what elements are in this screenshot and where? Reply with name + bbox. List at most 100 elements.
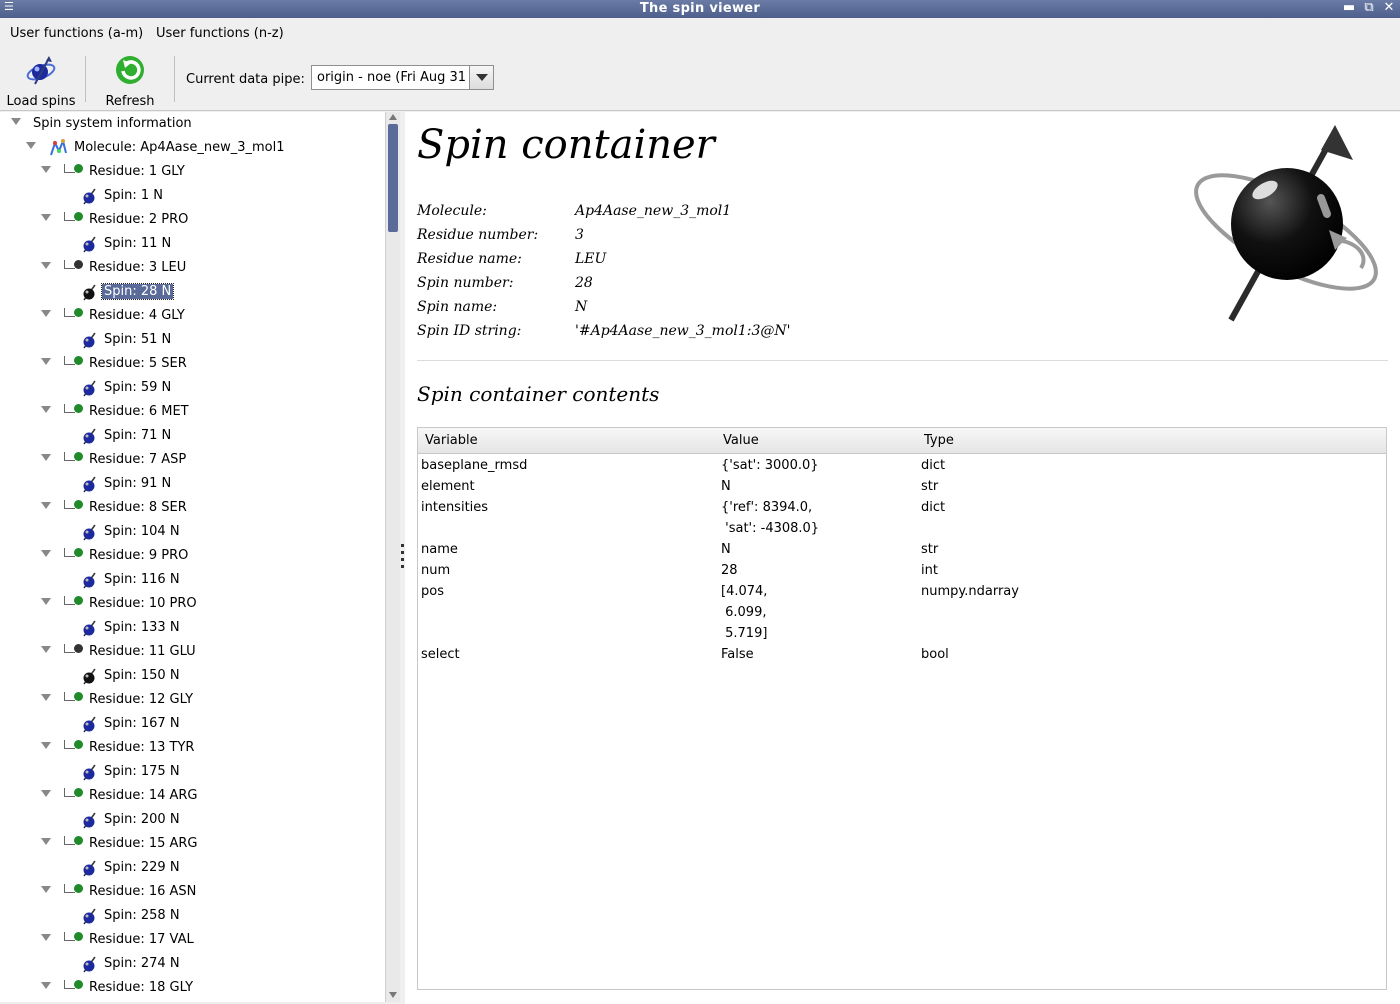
expand-arrow-icon[interactable] [41, 406, 51, 413]
tree-spin[interactable]: Spin: 11 N [0, 232, 380, 256]
expand-arrow-icon[interactable] [41, 598, 51, 605]
expand-arrow-icon[interactable] [41, 310, 51, 317]
expand-arrow-icon[interactable] [41, 982, 51, 989]
table-row[interactable]: element Nstr [418, 476, 1386, 497]
tree-residue[interactable]: Residue: 15 ARG [0, 832, 380, 856]
tree-residue[interactable]: Residue: 3 LEU [0, 256, 380, 280]
expand-arrow-icon[interactable] [41, 262, 51, 269]
column-header-type[interactable]: Type [924, 433, 954, 448]
table-row[interactable]: pos [4.074, 6.099, 5.719] numpy.ndarray [418, 581, 1386, 644]
expand-arrow-icon[interactable] [41, 454, 51, 461]
window-titlebar[interactable]: ☰ The spin viewer ▬ ⧉ ✕ [0, 0, 1400, 18]
column-header-value[interactable]: Value [723, 433, 759, 448]
tree-residue[interactable]: Residue: 11 GLU [0, 640, 380, 664]
tree-spin[interactable]: Spin: 167 N [0, 712, 380, 736]
tree-residue[interactable]: Residue: 5 SER [0, 352, 380, 376]
menu-user-functions-a-m[interactable]: User functions (a-m) [10, 26, 143, 41]
tree-root[interactable]: Spin system information [0, 112, 380, 136]
tree-residue[interactable]: Residue: 7 ASP [0, 448, 380, 472]
expand-arrow-icon[interactable] [41, 838, 51, 845]
info-row: Residue number: 3 [417, 227, 1017, 247]
tree-residue[interactable]: Residue: 16 ASN [0, 880, 380, 904]
scrollbar-thumb[interactable] [388, 124, 398, 232]
table-row[interactable]: name Nstr [418, 539, 1386, 560]
tree-molecule[interactable]: Molecule: Ap4Aase_new_3_mol1 [0, 136, 380, 160]
tree-residue[interactable]: Residue: 10 PRO [0, 592, 380, 616]
tree-residue-label: Residue: 5 SER [89, 356, 187, 371]
tree-residue[interactable]: Residue: 2 PRO [0, 208, 380, 232]
divider [417, 360, 1388, 361]
residue-ball-icon [74, 740, 83, 749]
chevron-down-icon[interactable] [469, 66, 493, 89]
tree-residue[interactable]: Residue: 1 GLY [0, 160, 380, 184]
spin-icon [83, 332, 96, 349]
expand-arrow-icon[interactable] [41, 886, 51, 893]
tree-spin[interactable]: Spin: 133 N [0, 616, 380, 640]
menu-user-functions-n-z[interactable]: User functions (n-z) [156, 26, 284, 41]
expand-arrow-icon[interactable] [41, 646, 51, 653]
load-spins-button[interactable]: Load spins [6, 54, 76, 109]
expand-arrow-icon[interactable] [41, 790, 51, 797]
load-spins-label: Load spins [6, 94, 76, 109]
refresh-button[interactable]: Refresh [98, 54, 162, 109]
column-header-variable[interactable]: Variable [425, 433, 478, 448]
tree-spin[interactable]: Spin: 59 N [0, 376, 380, 400]
minimize-icon[interactable]: ▬ [1342, 0, 1356, 15]
tree-residue[interactable]: Residue: 9 PRO [0, 544, 380, 568]
tree-spin[interactable]: Spin: 1 N [0, 184, 380, 208]
tree-spin[interactable]: Spin: 200 N [0, 808, 380, 832]
tree-residue[interactable]: Residue: 12 GLY [0, 688, 380, 712]
tree-spin[interactable]: Spin: 71 N [0, 424, 380, 448]
spin-icon [83, 284, 96, 301]
tree-spin[interactable]: Spin: 91 N [0, 472, 380, 496]
expand-arrow-icon[interactable] [11, 118, 21, 125]
scroll-up-icon[interactable] [389, 114, 397, 120]
spin-icon [83, 764, 96, 781]
table-row[interactable]: num 28 int [418, 560, 1386, 581]
tree-residue[interactable]: Residue: 13 TYR [0, 736, 380, 760]
tree-residue[interactable]: Residue: 4 GLY [0, 304, 380, 328]
info-key: Residue number: [417, 227, 539, 243]
expand-arrow-icon[interactable] [41, 550, 51, 557]
cell-variable: intensities [421, 500, 489, 515]
tree-residue-label: Residue: 1 GLY [89, 164, 185, 179]
expand-arrow-icon[interactable] [41, 934, 51, 941]
tree-spin-label: Spin: 59 N [104, 380, 172, 395]
tree-spin[interactable]: Spin: 28 N [0, 280, 380, 304]
expand-arrow-icon[interactable] [41, 214, 51, 221]
tree-spin[interactable]: Spin: 229 N [0, 856, 380, 880]
tree-scrollbar[interactable] [385, 112, 401, 1002]
tree-residue[interactable]: Residue: 14 ARG [0, 784, 380, 808]
tree-spin[interactable]: Spin: 51 N [0, 328, 380, 352]
tree-spin[interactable]: Spin: 175 N [0, 760, 380, 784]
spin-tree[interactable]: Spin system information Molecule: Ap4Aas… [0, 112, 385, 1002]
tree-residue[interactable]: Residue: 6 MET [0, 400, 380, 424]
expand-arrow-icon[interactable] [41, 166, 51, 173]
tree-spin[interactable]: Spin: 258 N [0, 904, 380, 928]
table-row[interactable]: intensities {'ref': 8394.0, 'sat': -4308.… [418, 497, 1386, 539]
tree-root-label: Spin system information [33, 116, 192, 131]
tree-residue-label: Residue: 18 GLY [89, 980, 194, 995]
close-icon[interactable]: ✕ [1382, 0, 1396, 15]
cell-type: str [921, 479, 939, 494]
tree-spin[interactable]: Spin: 274 N [0, 952, 380, 976]
tree-residue[interactable]: Residue: 8 SER [0, 496, 380, 520]
scroll-down-icon[interactable] [389, 992, 397, 998]
cell-value: N [721, 479, 731, 494]
tree-spin[interactable]: Spin: 150 N [0, 664, 380, 688]
table-row[interactable]: baseplane_rmsd {'sat': 3000.0} dict [418, 455, 1386, 476]
expand-arrow-icon[interactable] [41, 694, 51, 701]
data-pipe-select[interactable]: origin - noe (Fri Aug 31 2 [311, 65, 494, 90]
tree-spin[interactable]: Spin: 116 N [0, 568, 380, 592]
expand-arrow-icon[interactable] [41, 502, 51, 509]
info-row: Spin ID string: '#Ap4Aase_new_3_mol1:3@N' [417, 323, 1017, 343]
table-row[interactable]: select False bool [418, 644, 1386, 665]
expand-arrow-icon[interactable] [41, 358, 51, 365]
splitter-grip-icon[interactable] [401, 544, 404, 568]
expand-arrow-icon[interactable] [26, 142, 36, 149]
expand-arrow-icon[interactable] [41, 742, 51, 749]
maximize-icon[interactable]: ⧉ [1362, 0, 1376, 15]
tree-spin[interactable]: Spin: 104 N [0, 520, 380, 544]
tree-residue[interactable]: Residue: 17 VAL [0, 928, 380, 952]
tree-residue[interactable]: Residue: 18 GLY [0, 976, 380, 1000]
